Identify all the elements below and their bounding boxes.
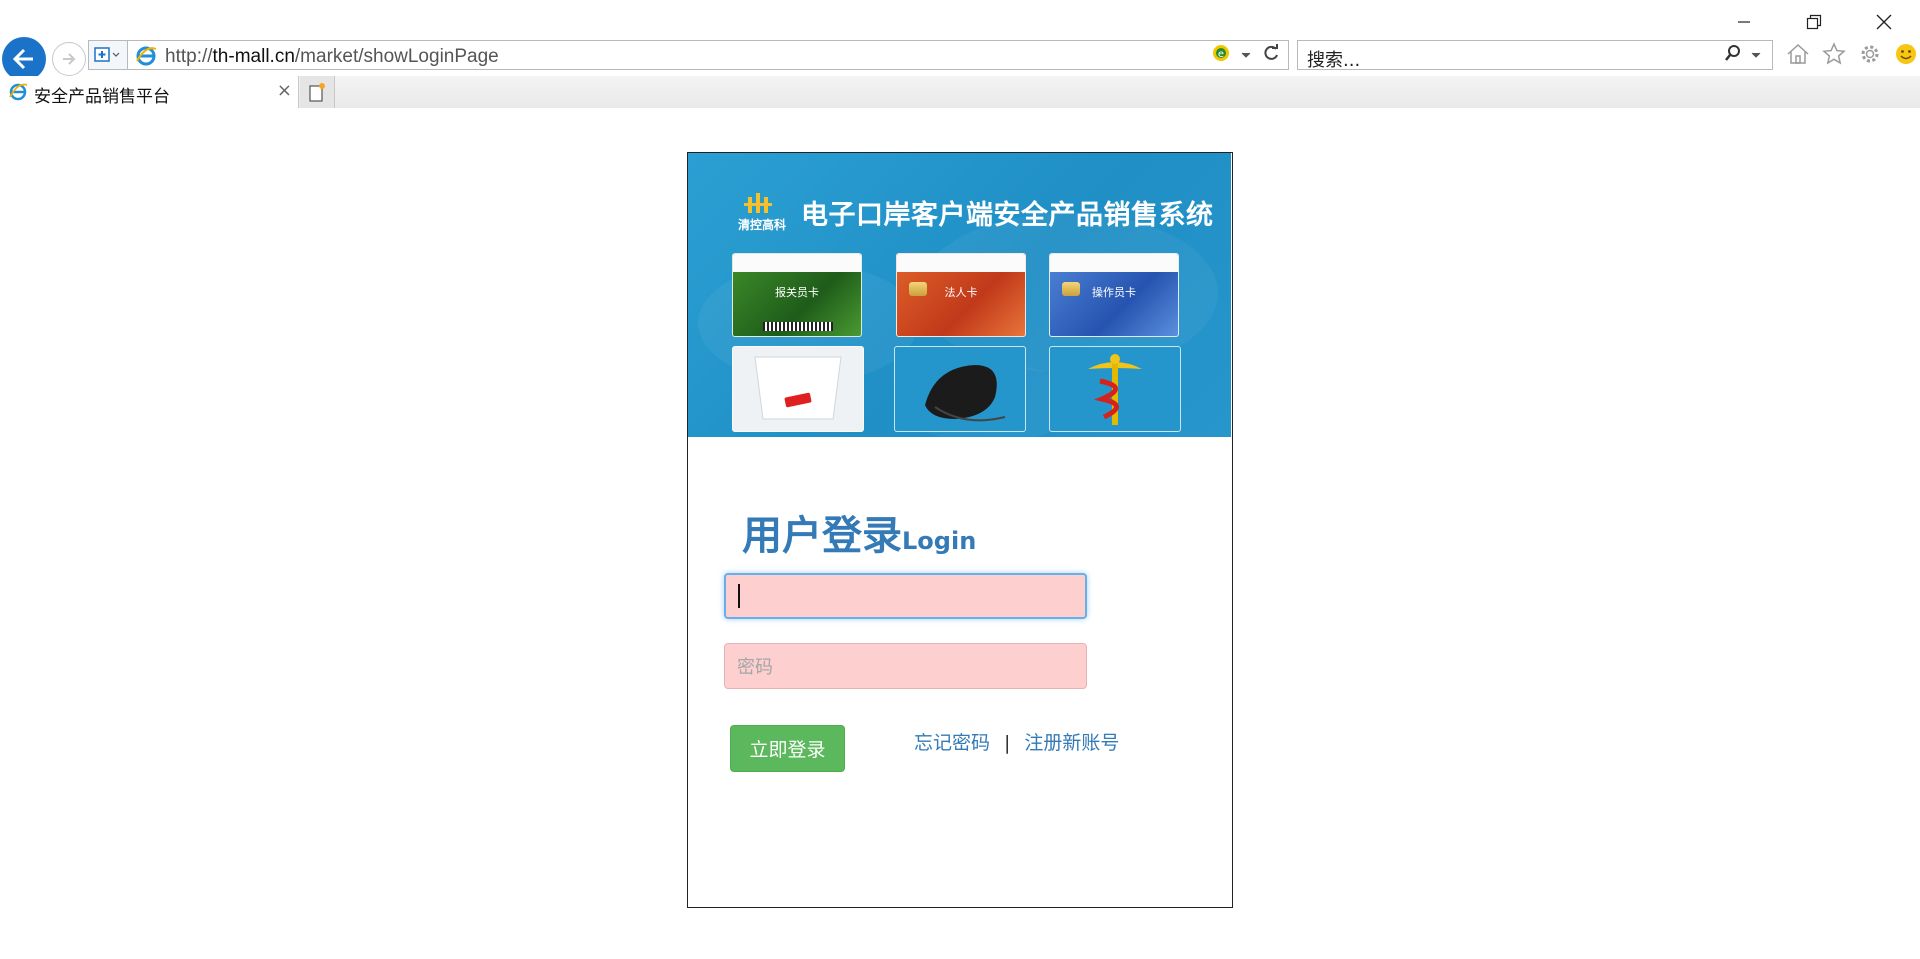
search-input[interactable]: 搜索... <box>1307 46 1360 72</box>
refresh-icon[interactable] <box>1262 44 1280 67</box>
company-logo: 清控高科 <box>732 191 792 233</box>
caduceus-emblem-image <box>1049 346 1181 432</box>
operator-card-image: 操作员卡 <box>1049 253 1179 337</box>
close-icon[interactable] <box>1854 4 1914 40</box>
new-tab-button[interactable] <box>300 76 335 108</box>
password-field[interactable]: 密码 <box>724 643 1087 689</box>
password-placeholder: 密码 <box>737 657 773 678</box>
text-caret <box>738 584 740 608</box>
login-submit-button[interactable]: 立即登录 <box>730 725 845 772</box>
restore-icon[interactable] <box>1784 4 1844 40</box>
url-text[interactable]: http://th-mall.cn/market/showLoginPage <box>165 46 499 68</box>
site-compat-icon[interactable] <box>89 41 128 69</box>
link-separator: | <box>1004 732 1011 754</box>
ie-logo-icon <box>135 45 157 71</box>
minimize-icon[interactable] <box>1714 4 1774 40</box>
compat-plugin-icon[interactable]: e <box>1212 44 1230 67</box>
home-icon[interactable] <box>1786 42 1810 70</box>
legal-person-card-image: 法人卡 <box>896 253 1026 337</box>
product-banner: 清控高科 电子口岸客户端安全产品销售系统 报关员卡 法人卡 操作员卡 <box>688 153 1231 437</box>
tab-bar: 安全产品销售平台 × <box>0 76 1920 108</box>
favorites-star-icon[interactable] <box>1822 42 1846 70</box>
svg-text:清控高科: 清控高科 <box>738 217 786 232</box>
account-links: 忘记密码 | 注册新账号 <box>914 728 1119 755</box>
search-box[interactable]: 搜索... <box>1297 40 1773 72</box>
customs-declarant-card-image: 报关员卡 <box>732 253 862 337</box>
search-dropdown-icon[interactable] <box>1750 45 1762 66</box>
login-title-cn: 用户登录 <box>742 513 902 559</box>
browser-chrome: http://th-mall.cn/market/showLoginPage e… <box>0 0 1920 108</box>
tab-close-icon[interactable]: × <box>277 80 292 101</box>
ie-logo-icon <box>8 82 28 106</box>
address-bar[interactable]: http://th-mall.cn/market/showLoginPage e <box>88 40 1289 70</box>
arrow-right-icon <box>63 53 76 65</box>
username-field[interactable] <box>724 573 1087 619</box>
search-icon[interactable] <box>1724 44 1742 67</box>
login-title-en: Login <box>902 527 977 555</box>
register-account-link[interactable]: 注册新账号 <box>1024 732 1119 754</box>
tab-title: 安全产品销售平台 <box>34 87 170 107</box>
settings-gear-icon[interactable] <box>1858 42 1882 70</box>
card-reader-image <box>894 346 1026 432</box>
dropdown-arrow-icon[interactable] <box>1240 45 1252 66</box>
new-tab-icon <box>309 83 325 102</box>
usb-key-box-image <box>732 346 864 432</box>
forward-button[interactable] <box>52 42 86 76</box>
arrow-left-icon <box>12 48 33 70</box>
forgot-password-link[interactable]: 忘记密码 <box>914 732 990 754</box>
login-panel: 清控高科 电子口岸客户端安全产品销售系统 报关员卡 法人卡 操作员卡 用户登录L… <box>687 152 1233 908</box>
system-title: 电子口岸客户端安全产品销售系统 <box>801 200 1214 231</box>
tab-active[interactable]: 安全产品销售平台 × <box>0 76 299 108</box>
svg-text:e: e <box>1218 49 1224 60</box>
back-button[interactable] <box>2 37 46 81</box>
login-heading: 用户登录Login <box>742 503 976 561</box>
smiley-feedback-icon[interactable] <box>1894 42 1918 70</box>
